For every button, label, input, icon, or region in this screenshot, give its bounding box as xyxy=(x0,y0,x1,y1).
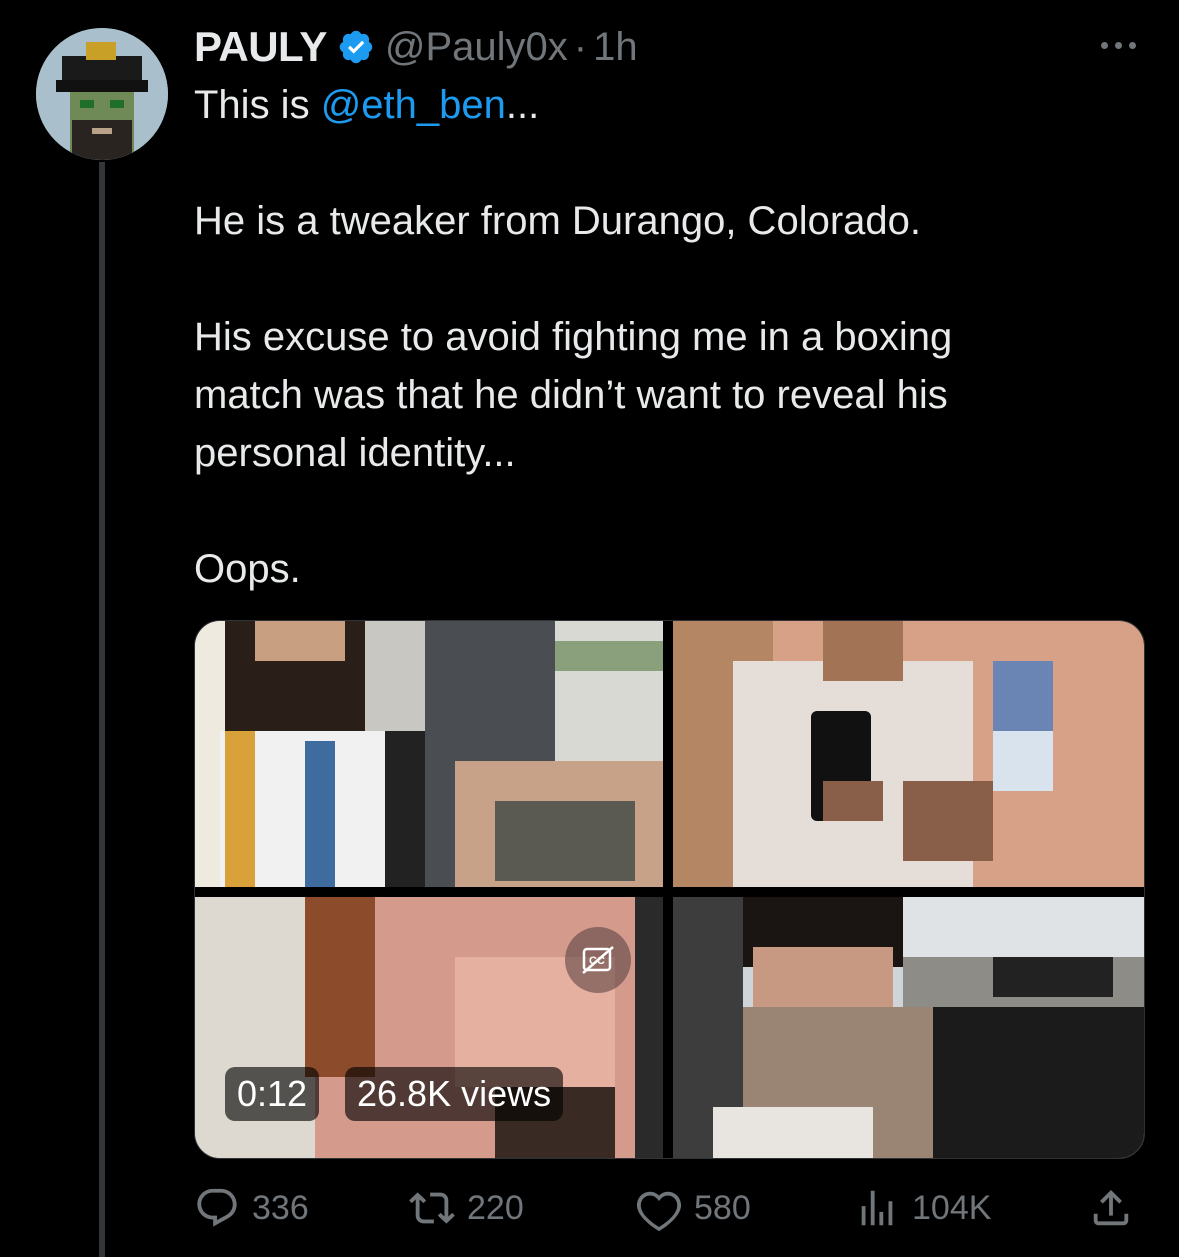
media-grid: CC 0:12 26.8K views xyxy=(194,620,1145,1159)
tweet-view: PAULY @Pauly0x · 1h This is @eth_ben... … xyxy=(0,0,1179,1257)
avatar[interactable] xyxy=(36,28,168,160)
retweet-button[interactable]: 220 xyxy=(409,1180,524,1236)
text-line: This is @eth_ben... xyxy=(194,76,1094,134)
tweet-text: This is @eth_ben... He is a tweaker from… xyxy=(194,76,1094,598)
share-button[interactable] xyxy=(1088,1180,1146,1236)
display-name[interactable]: PAULY xyxy=(194,23,327,71)
text-fragment: This is xyxy=(194,83,321,127)
photo-hand-over-mouth xyxy=(673,897,1144,1158)
retweet-icon xyxy=(409,1192,455,1224)
avatar-image xyxy=(36,28,168,160)
video-view-count: 26.8K views xyxy=(345,1067,564,1121)
text-paragraph: He is a tweaker from Durango, Colorado. xyxy=(194,199,921,243)
reply-button[interactable]: 336 xyxy=(194,1180,309,1236)
timestamp[interactable]: 1h xyxy=(593,25,638,70)
more-options-icon[interactable] xyxy=(1094,30,1142,60)
video-duration: 0:12 xyxy=(225,1067,320,1121)
media-photo[interactable] xyxy=(673,897,1144,1158)
photo-mirror-selfie xyxy=(673,621,1144,887)
media-video[interactable]: CC 0:12 26.8K views xyxy=(195,897,663,1158)
like-icon xyxy=(636,1191,682,1231)
action-bar: 336 220 580 104K xyxy=(194,1180,1143,1236)
text-line: personal identity... xyxy=(194,431,516,475)
text-line: His excuse to avoid fighting me in a box… xyxy=(194,315,953,359)
reply-count: 336 xyxy=(252,1188,309,1227)
reply-icon xyxy=(197,1188,237,1227)
captions-off-icon[interactable]: CC xyxy=(565,927,631,993)
like-button[interactable]: 580 xyxy=(636,1180,751,1236)
photo-bearded-man-car xyxy=(195,621,663,887)
text-line: match was that he didn’t want to reveal … xyxy=(194,373,948,417)
media-photo[interactable] xyxy=(673,621,1144,887)
share-icon xyxy=(1093,1189,1129,1226)
text-paragraph: Oops. xyxy=(194,547,301,591)
views-count: 104K xyxy=(912,1188,992,1227)
views-button[interactable]: 104K xyxy=(854,1180,991,1236)
thread-line xyxy=(99,162,105,1257)
tweet-header: PAULY @Pauly0x · 1h xyxy=(194,22,638,72)
retweet-count: 220 xyxy=(467,1188,524,1227)
views-icon xyxy=(861,1190,893,1226)
handle[interactable]: @Pauly0x xyxy=(385,25,568,70)
verified-badge-icon[interactable] xyxy=(337,28,375,66)
separator-dot: · xyxy=(573,24,588,69)
mention-link[interactable]: @eth_ben xyxy=(321,83,506,127)
like-count: 580 xyxy=(694,1188,751,1227)
text-fragment: ... xyxy=(505,83,540,127)
media-photo[interactable] xyxy=(195,621,663,887)
